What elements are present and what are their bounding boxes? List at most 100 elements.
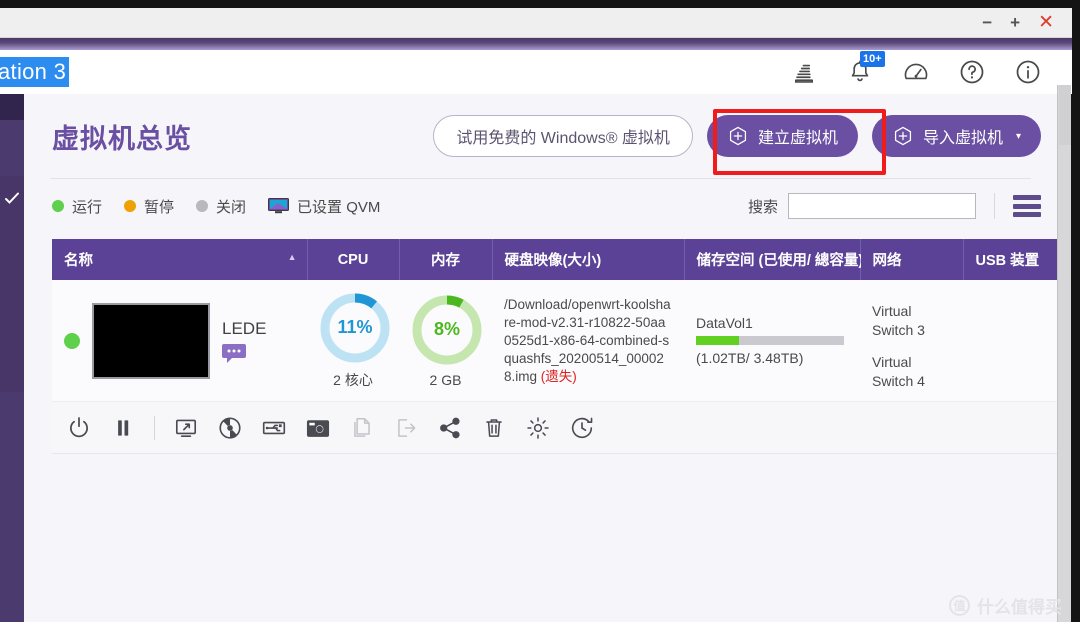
scrollbar-thumb[interactable] xyxy=(1059,85,1071,145)
comment-icon[interactable] xyxy=(222,343,248,363)
header-icon-group: 10+ xyxy=(790,51,1072,86)
vm-console-thumbnail[interactable] xyxy=(92,302,210,379)
column-header-storage[interactable]: 储存空间 (已使用/ 總容量) xyxy=(684,239,863,280)
rail-segment-mid[interactable] xyxy=(0,176,24,392)
window-controls: − + ✕ xyxy=(982,13,1072,32)
column-header-network[interactable]: 网络 xyxy=(860,239,964,280)
vm-table: 名称 ▲ CPU 内存 硬盘映像(大小) 储存空间 (已使用/ 總容量) 网络 … xyxy=(52,239,1057,402)
cell-storage: DataVol1 (1.02TB/ 3.48TB) xyxy=(684,280,860,402)
window-titlebar: − + ✕ xyxy=(0,8,1072,38)
network-interface-2: Virtual Switch 4 xyxy=(872,354,925,389)
network-interface-1: Virtual Switch 3 xyxy=(872,303,925,338)
cell-disk: /Download/openwrt-koolshare-mod-v2.31-r1… xyxy=(492,280,684,402)
share-icon[interactable] xyxy=(437,415,463,441)
column-header-disk[interactable]: 硬盘映像(大小) xyxy=(492,239,685,280)
cell-name: LEDE xyxy=(52,280,307,402)
legend-label-qvm: 已设置 QVM xyxy=(297,198,381,216)
left-nav-rail[interactable] xyxy=(0,94,24,622)
legend-label-running: 运行 xyxy=(72,198,103,216)
window-accent-bar xyxy=(0,38,1072,50)
column-header-memory[interactable]: 内存 xyxy=(399,239,493,280)
info-icon[interactable] xyxy=(1014,58,1042,86)
create-vm-label: 建立虚拟机 xyxy=(757,130,838,147)
status-dot-paused-icon xyxy=(124,200,137,212)
column-header-cpu[interactable]: CPU xyxy=(307,239,400,280)
storage-usage-bar xyxy=(696,336,844,345)
desktop-background-top xyxy=(0,0,1080,8)
header-action-buttons: 试用免费的 Windows® 虚拟机 建立虚拟机 导入虚拟机 ▾ xyxy=(433,115,1041,157)
maximize-button[interactable]: + xyxy=(1010,14,1020,31)
status-dot-running-icon xyxy=(52,200,64,212)
toolbar-divider xyxy=(154,415,155,440)
hamburger-menu-icon[interactable] xyxy=(1013,195,1041,217)
main-content-panel: 虚拟机总览 试用免费的 Windows® 虚拟机 建立虚拟机 导入虚拟机 ▾ 运… xyxy=(24,94,1057,622)
sort-ascending-icon[interactable]: ▲ xyxy=(288,252,297,262)
memory-size-label: 2 GB xyxy=(429,371,462,388)
memory-usage-gauge: 8% xyxy=(411,294,483,366)
cell-memory: 8% 2 GB xyxy=(399,280,492,402)
search-input[interactable] xyxy=(788,193,976,219)
delete-trash-icon[interactable] xyxy=(481,415,507,441)
legend-item-paused: 暂停 xyxy=(124,196,174,217)
storage-volume-name: DataVol1 xyxy=(696,315,753,331)
qvm-monitor-icon xyxy=(268,198,290,214)
background-tasks-icon[interactable] xyxy=(790,58,818,86)
rail-segment-bottom[interactable] xyxy=(0,392,24,622)
vm-table-container: 名称 ▲ CPU 内存 硬盘映像(大小) 储存空间 (已使用/ 總容量) 网络 … xyxy=(52,239,1057,402)
plus-hexagon-icon xyxy=(727,125,749,147)
page-header-row: 虚拟机总览 试用免费的 Windows® 虚拟机 建立虚拟机 导入虚拟机 ▾ xyxy=(24,94,1057,178)
console-icon[interactable] xyxy=(173,415,199,441)
memory-usage-value: 8% xyxy=(433,319,460,339)
desktop-background-right xyxy=(1071,0,1080,622)
import-vm-label: 导入虚拟机 xyxy=(922,130,1003,147)
help-icon[interactable] xyxy=(958,58,986,86)
power-icon[interactable] xyxy=(66,415,92,441)
settings-gear-icon[interactable] xyxy=(525,415,551,441)
export-icon xyxy=(393,415,419,441)
cell-usb xyxy=(963,280,1057,402)
vm-name-block: LEDE xyxy=(222,319,266,363)
storage-usage-text: (1.02TB/ 3.48TB) xyxy=(696,350,804,366)
clone-icon xyxy=(349,415,375,441)
disk-missing-label: (遗失) xyxy=(540,368,577,384)
cell-network: Virtual Switch 3 Virtual Switch 4 xyxy=(860,280,963,402)
app-title-selected-text: ation 3 xyxy=(0,57,70,87)
legend-item-stopped: 关闭 xyxy=(196,196,246,217)
disc-icon[interactable] xyxy=(217,415,243,441)
notification-bell-icon[interactable]: 10+ xyxy=(846,51,885,86)
legend-search-row: 运行 暂停 关闭 已设置 QVM 搜索 xyxy=(24,179,1057,233)
vertical-scrollbar[interactable] xyxy=(1057,85,1071,622)
cell-cpu: 11% 2 核心 xyxy=(307,280,399,402)
plus-hexagon-icon xyxy=(892,125,914,147)
legend-label-stopped: 关闭 xyxy=(216,198,247,216)
snapshot-camera-icon[interactable] xyxy=(305,415,331,441)
close-button[interactable]: ✕ xyxy=(1038,13,1054,32)
chevron-down-icon[interactable]: ▾ xyxy=(1016,131,1021,142)
status-dot-stopped-icon xyxy=(196,200,209,212)
rail-segment-top xyxy=(0,94,24,120)
cpu-usage-value: 11% xyxy=(337,317,373,337)
app-header: ation 3 10+ xyxy=(0,50,1072,94)
legend-label-paused: 暂停 xyxy=(144,198,175,216)
history-clock-icon[interactable] xyxy=(569,415,595,441)
cpu-usage-gauge: 11% xyxy=(319,292,391,364)
import-vm-button[interactable]: 导入虚拟机 ▾ xyxy=(871,115,1041,157)
try-free-windows-vm-button[interactable]: 试用免费的 Windows® 虚拟机 xyxy=(433,115,693,157)
page-title: 虚拟机总览 xyxy=(52,123,192,154)
column-label-name: 名称 xyxy=(64,253,93,269)
cpu-cores-label: 2 核心 xyxy=(333,371,373,388)
check-icon xyxy=(4,190,20,206)
vm-action-toolbar xyxy=(52,402,1057,454)
rail-segment-active[interactable] xyxy=(0,120,24,176)
legend-item-running: 运行 xyxy=(52,196,102,217)
pause-icon[interactable] xyxy=(110,415,136,441)
dashboard-gauge-icon[interactable] xyxy=(902,58,930,86)
table-row[interactable]: LEDE 11% 2 核心 8% 2 GB /Download/openwrt-… xyxy=(52,280,1057,402)
legend-item-qvm: 已设置 QVM xyxy=(268,196,380,217)
column-header-usb[interactable]: USB 装置 xyxy=(963,239,1057,280)
minimize-button[interactable]: − xyxy=(982,14,992,31)
usb-icon[interactable] xyxy=(261,415,287,441)
create-vm-button[interactable]: 建立虚拟机 xyxy=(706,115,858,157)
notification-badge: 10+ xyxy=(860,51,885,67)
column-header-name[interactable]: 名称 ▲ xyxy=(52,239,308,280)
